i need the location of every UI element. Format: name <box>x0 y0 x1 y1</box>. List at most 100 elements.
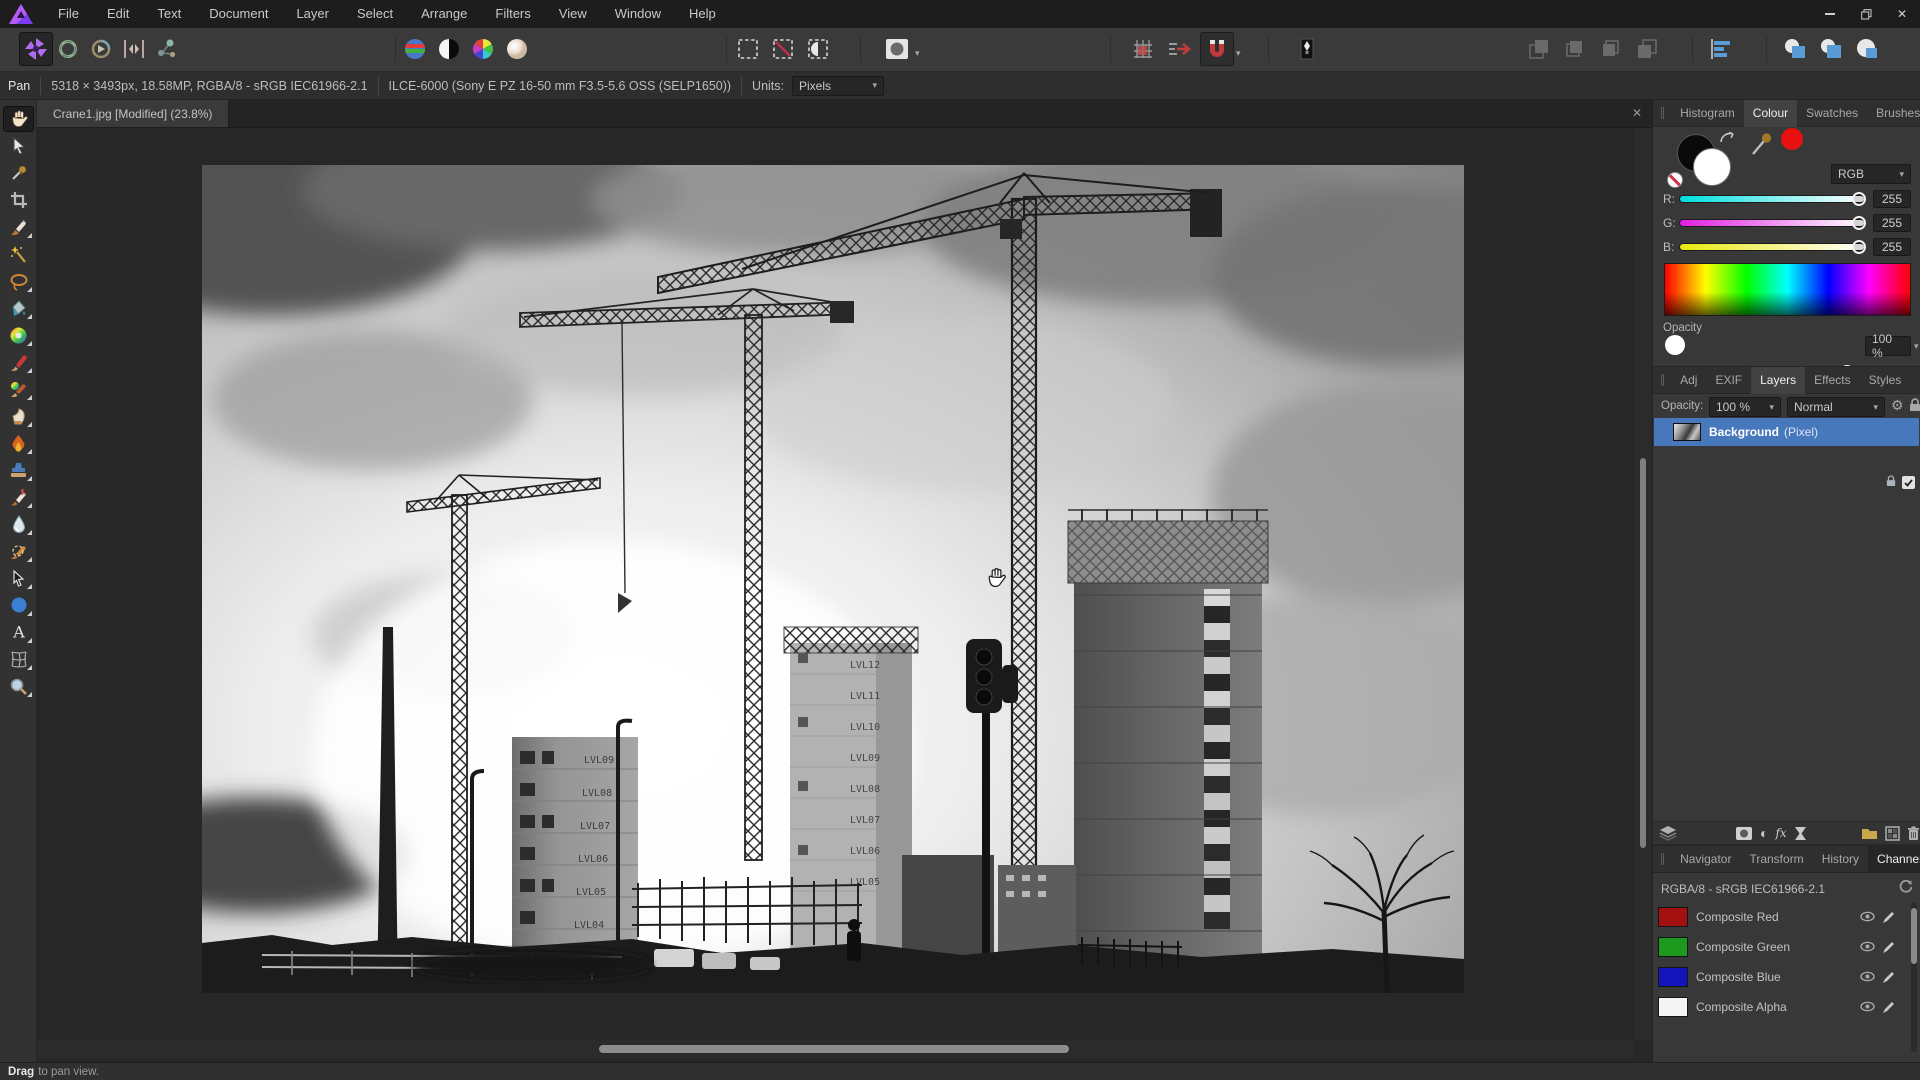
channel-row-composite-alpha[interactable]: Composite Alpha <box>1653 992 1920 1022</box>
clone-brush-tool[interactable] <box>3 457 34 483</box>
liquify-persona-button[interactable] <box>51 32 85 66</box>
red-value[interactable]: 255 <box>1873 190 1911 208</box>
move-backward-button[interactable] <box>1594 32 1628 66</box>
channel-row-composite-blue[interactable]: Composite Blue <box>1653 962 1920 992</box>
auto-white-balance-button[interactable] <box>500 32 534 66</box>
snapping-presets-button[interactable] <box>1163 32 1197 66</box>
tab-effects[interactable]: Effects <box>1805 367 1859 394</box>
colour-picker-icon[interactable] <box>1749 130 1775 158</box>
horizontal-scrollbar-thumb[interactable] <box>599 1045 1069 1053</box>
insert-on-top-button[interactable] <box>1815 32 1849 66</box>
visibility-eye-icon[interactable] <box>1860 941 1875 952</box>
assistant-button[interactable] <box>1290 32 1324 66</box>
tab-colour[interactable]: Colour <box>1744 100 1797 127</box>
mask-options-dropdown[interactable]: ▾ <box>915 48 920 59</box>
layers-stack-icon[interactable] <box>1659 825 1677 841</box>
green-value[interactable]: 255 <box>1873 214 1911 232</box>
blur-tool[interactable] <box>3 511 34 537</box>
selection-brush-tool[interactable] <box>3 214 34 240</box>
new-mask-button[interactable] <box>880 32 914 66</box>
blue-slider[interactable] <box>1679 243 1865 251</box>
develop-persona-button[interactable] <box>84 32 118 66</box>
erase-brush-tool[interactable] <box>3 403 34 429</box>
crop-tool[interactable] <box>3 187 34 213</box>
flood-select-tool[interactable] <box>3 241 34 267</box>
blue-slider-knob[interactable] <box>1852 240 1866 254</box>
menu-document[interactable]: Document <box>195 0 282 28</box>
editable-pencil-icon[interactable] <box>1882 911 1895 924</box>
menu-view[interactable]: View <box>545 0 601 28</box>
green-slider-knob[interactable] <box>1852 216 1866 230</box>
new-mask-icon[interactable] <box>1735 826 1753 841</box>
zoom-tool[interactable] <box>3 673 34 699</box>
tab-transform[interactable]: Transform <box>1740 846 1812 873</box>
no-colour-swatch[interactable] <box>1667 172 1683 188</box>
burn-brush-tool[interactable] <box>3 430 34 456</box>
menu-edit[interactable]: Edit <box>93 0 143 28</box>
channels-scrollbar[interactable] <box>1911 902 1917 1052</box>
menu-text[interactable]: Text <box>143 0 195 28</box>
green-slider[interactable] <box>1679 219 1865 227</box>
snapping-magnet-button[interactable] <box>1200 32 1234 66</box>
new-adjustment-icon[interactable]: ◐ <box>1760 825 1768 841</box>
live-filter-icon[interactable] <box>1794 826 1807 841</box>
canvas-viewport[interactable]: LVL09 LVL08 LVL07 LVL06 LVL05 LVL04 LVL1… <box>37 128 1634 1040</box>
tab-stock[interactable]: Stock <box>1910 367 1920 394</box>
colour-picker-tool[interactable] <box>3 160 34 186</box>
tab-brushes[interactable]: Brushes <box>1867 100 1920 127</box>
channel-row-composite-red[interactable]: Composite Red <box>1653 902 1920 932</box>
paint-brush-tool[interactable] <box>3 349 34 375</box>
new-group-folder-icon[interactable] <box>1861 826 1878 840</box>
delete-layer-trash-icon[interactable] <box>1907 826 1920 841</box>
tab-layers[interactable]: Layers <box>1751 367 1805 394</box>
healing-brush-tool[interactable] <box>3 484 34 510</box>
auto-colours-button[interactable] <box>466 32 500 66</box>
layer-opacity-select[interactable]: 100 %▾ <box>1709 397 1781 417</box>
layer-lock-icon[interactable] <box>1886 475 1896 487</box>
units-select[interactable]: Pixels▾ <box>792 76 884 96</box>
flood-fill-tool[interactable] <box>3 295 34 321</box>
tab-styles[interactable]: Styles <box>1860 367 1911 394</box>
close-window-button[interactable]: ✕ <box>1884 0 1920 28</box>
swap-colours-icon[interactable] <box>1719 130 1737 146</box>
tone-mapping-persona-button[interactable] <box>117 32 151 66</box>
tab-navigator[interactable]: Navigator <box>1671 846 1740 873</box>
tab-exif[interactable]: EXIF <box>1706 367 1751 394</box>
reset-channels-icon[interactable] <box>1899 880 1913 894</box>
smudge-tool[interactable] <box>3 538 34 564</box>
menu-select[interactable]: Select <box>343 0 407 28</box>
deselect-button[interactable] <box>766 32 800 66</box>
photo-persona-button[interactable] <box>19 32 53 66</box>
insert-inside-button[interactable] <box>1851 32 1885 66</box>
picked-colour-swatch[interactable] <box>1781 128 1803 150</box>
vertical-scrollbar[interactable] <box>1634 128 1652 1040</box>
tab-channels[interactable]: Channels <box>1868 846 1920 873</box>
panel-drag-handle[interactable]: ║ <box>1653 108 1671 119</box>
restore-button[interactable] <box>1848 0 1884 28</box>
vertical-scrollbar-thumb[interactable] <box>1640 458 1646 848</box>
menu-file[interactable]: File <box>44 0 93 28</box>
close-document-icon[interactable]: ✕ <box>1632 106 1642 120</box>
export-persona-button[interactable] <box>150 32 184 66</box>
tab-adj[interactable]: Adj <box>1671 367 1706 394</box>
minimize-button[interactable] <box>1812 0 1848 28</box>
layer-effects-icon[interactable]: fx <box>1775 826 1786 840</box>
visibility-eye-icon[interactable] <box>1860 1001 1875 1012</box>
opacity-value[interactable]: 100 % <box>1865 336 1911 356</box>
opacity-dropdown[interactable]: ▾ <box>1914 341 1919 352</box>
mesh-warp-tool[interactable] <box>3 646 34 672</box>
view-tool[interactable] <box>3 106 34 132</box>
lock-layer-icon[interactable] <box>1909 398 1920 412</box>
insert-behind-button[interactable] <box>1778 32 1812 66</box>
horizontal-scrollbar[interactable] <box>37 1040 1634 1058</box>
panel-drag-handle[interactable]: ║ <box>1653 375 1671 386</box>
menu-layer[interactable]: Layer <box>282 0 343 28</box>
channels-scrollbar-thumb[interactable] <box>1911 908 1917 964</box>
foreground-colour-swatch[interactable] <box>1693 148 1731 186</box>
text-tool[interactable]: A <box>3 619 34 645</box>
visibility-eye-icon[interactable] <box>1860 911 1875 922</box>
auto-levels-button[interactable] <box>398 32 432 66</box>
canvas-photo[interactable]: LVL09 LVL08 LVL07 LVL06 LVL05 LVL04 LVL1… <box>202 165 1464 993</box>
layer-row-background[interactable]: Background (Pixel) <box>1654 418 1919 446</box>
document-tab[interactable]: Crane1.jpg [Modified] (23.8%) <box>37 100 229 127</box>
